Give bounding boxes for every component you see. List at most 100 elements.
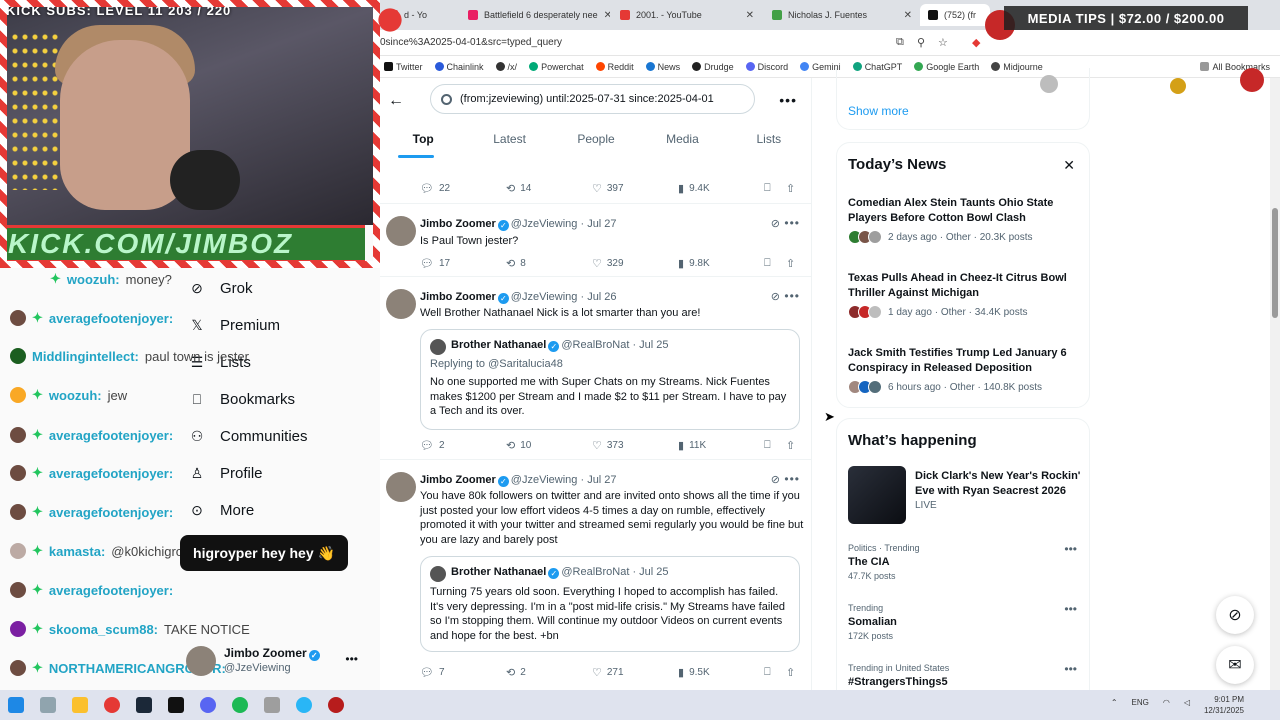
views-button[interactable]: ▮ 9.4K: [678, 182, 710, 195]
tab-media[interactable]: Media: [639, 122, 725, 158]
views-button[interactable]: ▮ 9.5K: [678, 666, 710, 679]
close-tab-icon[interactable]: ✕: [746, 10, 754, 21]
trend-item[interactable]: Politics · Trending The CIA 47.7K posts …: [848, 542, 1083, 581]
more-icon[interactable]: •••: [1064, 602, 1077, 616]
bookmark-button[interactable]: ⎕: [764, 257, 771, 270]
tweet[interactable]: Jimbo Zoomer ✓ @JzeViewing · Jul 26 ⊘ ••• …: [380, 277, 812, 460]
tweet-partial[interactable]: 💬︎ 22 ⟲ 14 ♡ 397 ▮ 9.4K ⎕ ⇧: [380, 158, 812, 204]
event-thumbnail[interactable]: [848, 466, 906, 524]
address-bar[interactable]: 0since%3A2025-04-01&src=typed_query ⧉ ⚲ …: [380, 30, 1280, 56]
more-icon[interactable]: •••: [345, 652, 358, 666]
more-icon[interactable]: •••: [784, 472, 800, 486]
tweet-date[interactable]: · Jul 26: [580, 291, 616, 303]
nav-more[interactable]: ⊙ More: [188, 502, 254, 519]
views-button[interactable]: ▮ 11K: [678, 439, 706, 452]
author-handle[interactable]: @JzeViewing: [511, 291, 578, 303]
bookmark-star-icon[interactable]: ☆: [938, 36, 948, 49]
bookmark-button[interactable]: ⎕: [764, 439, 771, 452]
featured-event[interactable]: Dick Clark's New Year's Rockin' Eve with…: [915, 469, 1083, 511]
nav-grok[interactable]: ⊘ Grok: [188, 280, 252, 297]
more-options-icon[interactable]: •••: [779, 92, 797, 108]
bookmark-x-board[interactable]: /x/: [495, 62, 517, 72]
like-button[interactable]: ♡ 373: [592, 439, 624, 452]
close-tab-icon[interactable]: ✕: [604, 10, 610, 21]
chrome-icon[interactable]: [96, 690, 128, 720]
avatar[interactable]: [386, 472, 416, 502]
grok-icon[interactable]: ⊘: [771, 290, 780, 303]
discord-icon[interactable]: [192, 690, 224, 720]
cast-icon[interactable]: ⧉: [896, 36, 904, 49]
bookmark-news[interactable]: News: [645, 62, 680, 72]
nav-profile[interactable]: ♙ Profile: [188, 465, 263, 482]
repost-button[interactable]: ⟲ 2: [506, 666, 526, 679]
url-text[interactable]: 0since%3A2025-04-01&src=typed_query: [380, 37, 562, 48]
close-icon[interactable]: ✕: [1063, 157, 1075, 174]
wifi-icon[interactable]: ◠: [1163, 698, 1170, 707]
quoted-tweet[interactable]: Brother Nathanael ✓ @RealBroNat · Jul 25 T…: [420, 556, 800, 652]
tweet[interactable]: Jimbo Zoomer ✓ @JzeViewing · Jul 27 ⊘ ••• …: [380, 460, 812, 690]
bookmark-twitter[interactable]: Twitter: [384, 62, 423, 72]
share-button[interactable]: ⇧: [786, 257, 795, 270]
task-view-icon[interactable]: [32, 690, 64, 720]
bookmark-chainlink[interactable]: Chainlink: [434, 62, 484, 72]
reply-button[interactable]: 💬︎ 22: [420, 182, 450, 195]
avatar[interactable]: [386, 289, 416, 319]
telegram-icon[interactable]: [288, 690, 320, 720]
bookmark-button[interactable]: ⎕: [764, 666, 771, 679]
author-name[interactable]: Jimbo Zoomer: [420, 474, 496, 486]
reply-button[interactable]: 💬︎ 7: [420, 666, 445, 679]
grok-icon[interactable]: ⊘: [771, 473, 780, 486]
nav-premium[interactable]: 𝕏 Premium: [188, 317, 280, 334]
bookmark-discord[interactable]: Discord: [745, 62, 788, 72]
nav-communities[interactable]: ⚇ Communities: [188, 428, 308, 445]
extension-icon[interactable]: ◆: [972, 36, 980, 49]
steam-icon[interactable]: [128, 690, 160, 720]
messages-fab-icon[interactable]: ✉: [1216, 646, 1254, 684]
bookmark-powerchat[interactable]: Powerchat: [529, 62, 584, 72]
chevron-up-icon[interactable]: ⌃: [1111, 698, 1118, 707]
author-handle[interactable]: @JzeViewing: [511, 474, 578, 486]
more-icon[interactable]: •••: [784, 289, 800, 303]
tab-latest[interactable]: Latest: [466, 122, 552, 158]
repost-button[interactable]: ⟲ 10: [506, 439, 531, 452]
author-handle[interactable]: @JzeViewing: [511, 218, 578, 230]
browser-tab[interactable]: Battlefield 6 desperately nee ✕: [460, 4, 610, 26]
quoted-tweet[interactable]: Brother Nathanael ✓ @RealBroNat · Jul 25 R…: [420, 329, 800, 430]
news-item[interactable]: Jack Smith Testifies Trump Led January 6…: [848, 346, 1083, 394]
tab-people[interactable]: People: [553, 122, 639, 158]
system-tray[interactable]: ⌃ ENG ◠ ◁: [1111, 698, 1190, 707]
author-name[interactable]: Jimbo Zoomer: [420, 218, 496, 230]
browser-tab-active[interactable]: (752) (fr: [920, 4, 990, 26]
share-button[interactable]: ⇧: [786, 666, 795, 679]
search-input[interactable]: (from:jzeviewing) until:2025-07-31 since…: [430, 84, 755, 114]
more-icon[interactable]: •••: [784, 216, 800, 230]
bookmark-reddit[interactable]: Reddit: [595, 62, 634, 72]
search-query-text[interactable]: (from:jzeviewing) until:2025-07-31 since…: [460, 93, 714, 105]
tweet-date[interactable]: · Jul 27: [580, 218, 616, 230]
like-button[interactable]: ♡ 397: [592, 182, 624, 195]
scrollbar-thumb[interactable]: [1272, 208, 1278, 318]
news-item[interactable]: Comedian Alex Stein Taunts Ohio State Pl…: [848, 196, 1083, 244]
bookmark-button[interactable]: ⎕: [764, 182, 771, 195]
show-more-link[interactable]: Show more: [848, 104, 909, 118]
more-icon[interactable]: •••: [1064, 542, 1077, 556]
tweet[interactable]: Jimbo Zoomer ✓ @JzeViewing · Jul 27 ⊘ ••• …: [380, 204, 812, 277]
bookmark-drudge[interactable]: Drudge: [692, 62, 734, 72]
browser-tab[interactable]: 2001. - YouTube ✕: [612, 4, 762, 26]
reply-button[interactable]: 💬︎ 17: [420, 257, 450, 270]
kick-icon[interactable]: [160, 690, 192, 720]
repost-button[interactable]: ⟲ 8: [506, 257, 526, 270]
bookmark-gemini[interactable]: Gemini: [800, 62, 841, 72]
language-indicator[interactable]: ENG: [1132, 698, 1149, 707]
browser-tab[interactable]: Nicholas J. Fuentes ✕: [764, 4, 920, 26]
repost-button[interactable]: ⟲ 14: [506, 182, 531, 195]
avatar[interactable]: [386, 216, 416, 246]
back-arrow-icon[interactable]: ←: [388, 92, 404, 110]
app-icon[interactable]: [256, 690, 288, 720]
volume-icon[interactable]: ◁: [1184, 698, 1190, 707]
reply-button[interactable]: 💬︎ 2: [420, 439, 445, 452]
grok-icon[interactable]: ⊘: [771, 217, 780, 230]
more-icon[interactable]: •••: [1064, 662, 1077, 676]
share-button[interactable]: ⇧: [786, 182, 795, 195]
trend-item[interactable]: Trending Somalian 172K posts •••: [848, 602, 1083, 641]
